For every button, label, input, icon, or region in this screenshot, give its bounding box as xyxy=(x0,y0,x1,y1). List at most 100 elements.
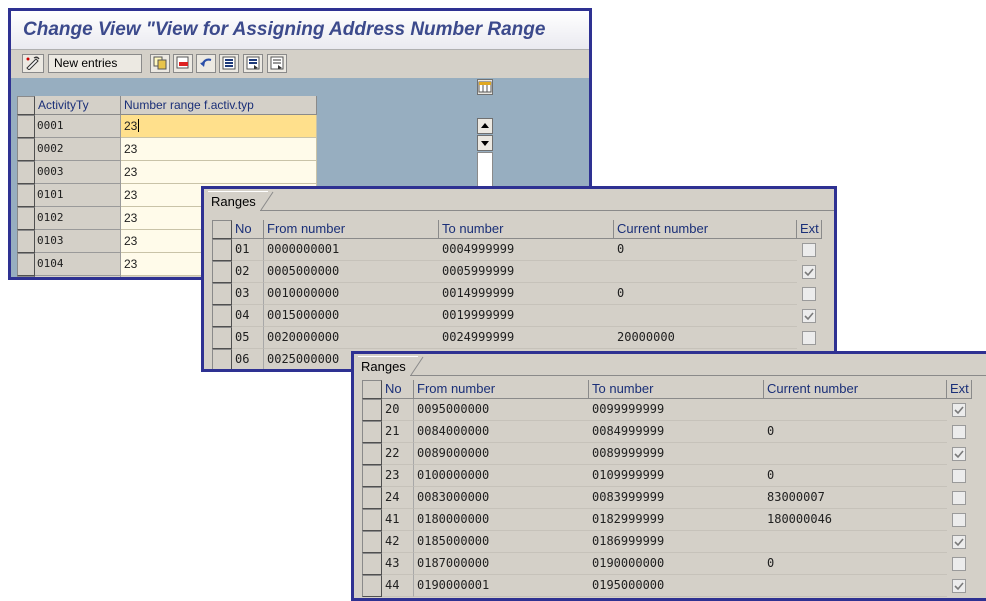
current-number-cell: 20000000 xyxy=(614,327,797,349)
ext-checkbox[interactable] xyxy=(952,535,966,549)
row-select-button[interactable] xyxy=(17,230,35,253)
from-number-cell: 0095000000 xyxy=(414,399,589,421)
number-range-input[interactable]: 23 xyxy=(121,161,317,184)
select-block-icon[interactable] xyxy=(243,54,263,73)
select-all-rows-button[interactable] xyxy=(17,96,35,115)
row-select-button[interactable] xyxy=(362,465,382,487)
row-select-button[interactable] xyxy=(17,161,35,184)
ext-checkbox[interactable] xyxy=(802,265,816,279)
row-select-button[interactable] xyxy=(362,531,382,553)
column-header-no[interactable]: No xyxy=(232,220,264,239)
check-icon xyxy=(954,450,964,459)
column-header-activity-type[interactable]: ActivityTy xyxy=(35,96,121,115)
check-icon xyxy=(954,538,964,547)
range-no-cell: 01 xyxy=(232,239,264,261)
current-number-cell xyxy=(764,443,947,465)
activity-type-cell: 0001 xyxy=(35,115,121,138)
row-select-button[interactable] xyxy=(17,184,35,207)
row-select-button[interactable] xyxy=(212,261,232,283)
to-number-cell: 0182999999 xyxy=(589,509,764,531)
current-number-cell: 83000007 xyxy=(764,487,947,509)
row-select-button[interactable] xyxy=(362,421,382,443)
row-select-button[interactable] xyxy=(362,399,382,421)
ext-checkbox[interactable] xyxy=(952,447,966,461)
row-select-button[interactable] xyxy=(362,443,382,465)
current-number-cell: 180000046 xyxy=(764,509,947,531)
column-header-ext[interactable]: Ext xyxy=(947,380,972,399)
number-range-input[interactable]: 23 xyxy=(121,115,317,138)
text-cursor xyxy=(138,119,140,132)
column-header-from-number[interactable]: From number xyxy=(414,380,589,399)
undo-icon[interactable] xyxy=(196,54,216,73)
range-no-cell: 43 xyxy=(382,553,414,575)
column-header-to-number[interactable]: To number xyxy=(589,380,764,399)
to-number-cell: 0024999999 xyxy=(439,327,614,349)
ext-checkbox[interactable] xyxy=(952,513,966,527)
deselect-all-icon[interactable] xyxy=(267,54,287,73)
row-select-button[interactable] xyxy=(17,207,35,230)
row-select-button[interactable] xyxy=(17,253,35,276)
row-select-button[interactable] xyxy=(17,138,35,161)
ext-checkbox[interactable] xyxy=(802,309,816,323)
tab-ranges[interactable]: Ranges xyxy=(208,191,268,211)
to-number-cell: 0019999999 xyxy=(439,305,614,327)
current-number-cell: 0 xyxy=(614,239,797,261)
tab-edge xyxy=(260,191,274,211)
select-all-rows-button[interactable] xyxy=(212,220,232,239)
row-select-button[interactable] xyxy=(212,349,232,369)
row-select-button[interactable] xyxy=(362,509,382,531)
from-number-cell: 0005000000 xyxy=(264,261,439,283)
range-no-cell: 05 xyxy=(232,327,264,349)
from-number-cell: 0015000000 xyxy=(264,305,439,327)
activity-type-cell: 0101 xyxy=(35,184,121,207)
column-header-to-number[interactable]: To number xyxy=(439,220,614,239)
column-header-current-number[interactable]: Current number xyxy=(614,220,797,239)
ext-checkbox[interactable] xyxy=(952,579,966,593)
activity-type-cell: 0002 xyxy=(35,138,121,161)
row-select-button[interactable] xyxy=(212,283,232,305)
to-number-cell: 0014999999 xyxy=(439,283,614,305)
ext-checkbox[interactable] xyxy=(802,287,816,301)
ext-checkbox[interactable] xyxy=(952,491,966,505)
from-number-cell: 0180000000 xyxy=(414,509,589,531)
row-select-button[interactable] xyxy=(362,553,382,575)
select-all-rows-button[interactable] xyxy=(362,380,382,399)
column-header-from-number[interactable]: From number xyxy=(264,220,439,239)
tab-ranges[interactable]: Ranges xyxy=(358,356,418,376)
column-header-current-number[interactable]: Current number xyxy=(764,380,947,399)
tabstrip: Ranges xyxy=(204,189,834,211)
range-no-cell: 21 xyxy=(382,421,414,443)
ext-checkbox[interactable] xyxy=(952,557,966,571)
table-settings-icon[interactable] xyxy=(477,79,493,95)
from-number-cell: 0185000000 xyxy=(414,531,589,553)
from-number-cell: 0084000000 xyxy=(414,421,589,443)
new-entries-button[interactable]: New entries xyxy=(48,54,142,73)
ext-checkbox[interactable] xyxy=(952,469,966,483)
row-select-button[interactable] xyxy=(362,487,382,509)
ext-checkbox[interactable] xyxy=(952,403,966,417)
row-select-button[interactable] xyxy=(212,327,232,349)
number-range-value: 23 xyxy=(124,119,138,133)
ext-checkbox[interactable] xyxy=(802,331,816,345)
range-no-cell: 42 xyxy=(382,531,414,553)
current-number-cell: 0 xyxy=(764,553,947,575)
edit-toggle-icon[interactable] xyxy=(22,54,44,73)
scroll-down-button[interactable] xyxy=(477,135,493,151)
row-select-button[interactable] xyxy=(17,276,35,277)
from-number-cell: 0187000000 xyxy=(414,553,589,575)
copy-icon[interactable] xyxy=(150,54,170,73)
row-select-button[interactable] xyxy=(17,115,35,138)
row-select-button[interactable] xyxy=(212,305,232,327)
ext-checkbox[interactable] xyxy=(802,243,816,257)
delete-icon[interactable] xyxy=(173,54,193,73)
column-header-number-range[interactable]: Number range f.activ.typ xyxy=(121,96,317,115)
column-header-no[interactable]: No xyxy=(382,380,414,399)
column-header-ext[interactable]: Ext xyxy=(797,220,822,239)
row-select-button[interactable] xyxy=(212,239,232,261)
ext-checkbox[interactable] xyxy=(952,425,966,439)
number-range-input[interactable]: 23 xyxy=(121,138,317,161)
select-all-icon[interactable] xyxy=(219,54,239,73)
scroll-up-button[interactable] xyxy=(477,118,493,134)
range-no-cell: 06 xyxy=(232,349,264,369)
from-number-cell: 0100000000 xyxy=(414,465,589,487)
